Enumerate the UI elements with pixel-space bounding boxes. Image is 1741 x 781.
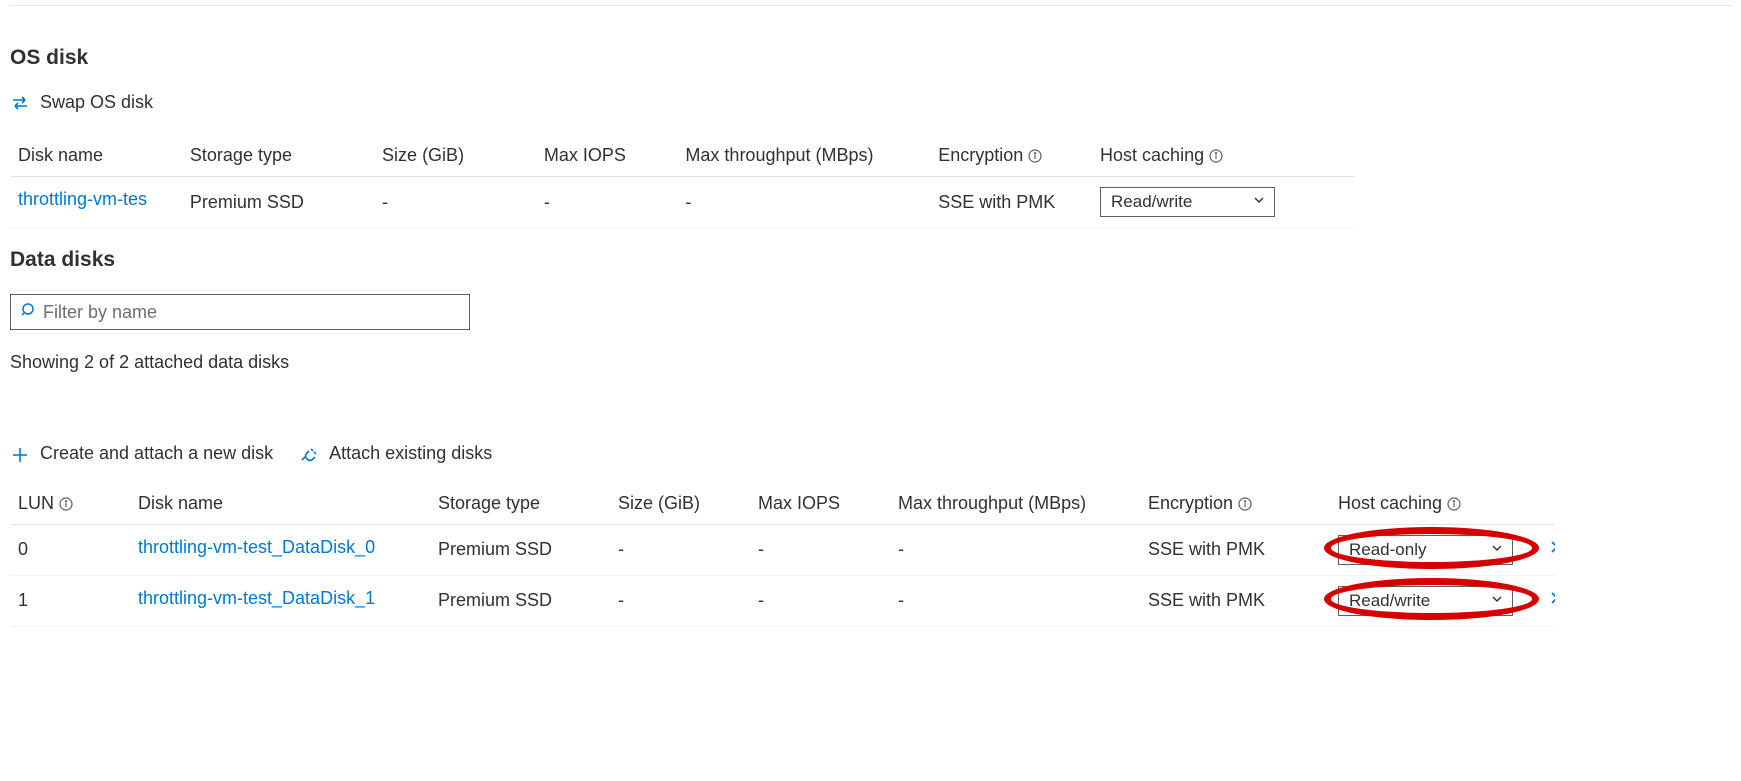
os-disk-row: throttling-vm-tes Premium SSD - - - SSE … (10, 177, 1355, 228)
col-encryption: Encryption (930, 135, 1092, 177)
chevron-down-icon (1490, 540, 1504, 560)
col-max-tp: Max throughput (MBps) (890, 483, 1140, 525)
data-disk-encryption: SSE with PMK (1140, 575, 1330, 626)
os-disk-table: Disk name Storage type Size (GiB) Max IO… (10, 135, 1355, 228)
create-attach-label: Create and attach a new disk (40, 443, 273, 464)
col-storage-type: Storage type (182, 135, 374, 177)
data-disks-scroll-region[interactable]: LUN Disk name Storage type Size (GiB) Ma… (10, 483, 1555, 627)
os-disk-name-link[interactable]: throttling-vm-tes (18, 189, 147, 210)
data-disk-max-tp: - (890, 575, 1140, 626)
info-icon[interactable] (1447, 493, 1461, 514)
os-disk-host-caching-select[interactable]: Read/write (1100, 187, 1275, 217)
data-disk-name-link[interactable]: throttling-vm-test_DataDisk_0 (138, 537, 375, 558)
col-disk-name: Disk name (130, 483, 430, 525)
swap-icon (10, 92, 30, 113)
info-icon[interactable] (1209, 145, 1223, 166)
data-disk-encryption: SSE with PMK (1140, 524, 1330, 575)
col-encryption: Encryption (1140, 483, 1330, 525)
chevron-down-icon (1490, 591, 1504, 611)
data-disk-lun: 1 (10, 575, 130, 626)
data-disk-size: - (610, 524, 750, 575)
data-disks-status: Showing 2 of 2 attached data disks (10, 352, 1731, 373)
swap-os-disk-button[interactable]: Swap OS disk (10, 92, 153, 113)
info-icon[interactable] (1028, 145, 1042, 166)
data-disks-table: LUN Disk name Storage type Size (GiB) Ma… (10, 483, 1555, 627)
data-disk-max-iops: - (750, 524, 890, 575)
attach-existing-label: Attach existing disks (329, 443, 492, 464)
data-disk-size: - (610, 575, 750, 626)
col-host-caching: Host caching (1092, 135, 1355, 177)
col-max-iops: Max IOPS (536, 135, 678, 177)
data-disks-title: Data disks (10, 248, 1731, 272)
data-disk-0-host-caching-select[interactable]: Read-only (1338, 535, 1513, 565)
delete-icon[interactable] (1548, 589, 1555, 612)
data-disk-name-link[interactable]: throttling-vm-test_DataDisk_1 (138, 588, 375, 609)
data-disk-max-tp: - (890, 524, 1140, 575)
os-disk-size: - (374, 177, 536, 228)
os-disk-encryption: SSE with PMK (930, 177, 1092, 228)
os-disk-max-iops: - (536, 177, 678, 228)
col-lun: LUN (10, 483, 130, 525)
os-disk-max-tp: - (677, 177, 930, 228)
data-disk-storage-type: Premium SSD (430, 524, 610, 575)
attach-existing-disks-button[interactable]: Attach existing disks (299, 443, 492, 464)
create-attach-new-disk-button[interactable]: Create and attach a new disk (10, 443, 273, 464)
search-icon (21, 302, 37, 323)
os-disk-storage-type: Premium SSD (182, 177, 374, 228)
data-disk-1-host-caching-select[interactable]: Read/write (1338, 586, 1513, 616)
chevron-down-icon (1252, 192, 1266, 212)
filter-input[interactable] (43, 295, 469, 329)
col-max-iops: Max IOPS (750, 483, 890, 525)
data-disk-row: 0 throttling-vm-test_DataDisk_0 Premium … (10, 524, 1555, 575)
col-size: Size (GiB) (610, 483, 750, 525)
info-icon[interactable] (1238, 493, 1252, 514)
col-size: Size (GiB) (374, 135, 536, 177)
col-host-caching: Host caching (1330, 483, 1540, 525)
col-storage-type: Storage type (430, 483, 610, 525)
data-disk-max-iops: - (750, 575, 890, 626)
info-icon[interactable] (59, 493, 73, 514)
top-divider (10, 5, 1731, 6)
data-disk-lun: 0 (10, 524, 130, 575)
plus-icon (10, 443, 30, 464)
os-disk-title: OS disk (10, 46, 1731, 70)
filter-input-wrap[interactable] (10, 294, 470, 330)
delete-icon[interactable] (1548, 538, 1555, 561)
swap-os-disk-label: Swap OS disk (40, 92, 153, 113)
data-disk-storage-type: Premium SSD (430, 575, 610, 626)
data-disk-row: 1 throttling-vm-test_DataDisk_1 Premium … (10, 575, 1555, 626)
plug-icon (299, 443, 319, 464)
col-disk-name: Disk name (10, 135, 182, 177)
col-max-tp: Max throughput (MBps) (677, 135, 930, 177)
